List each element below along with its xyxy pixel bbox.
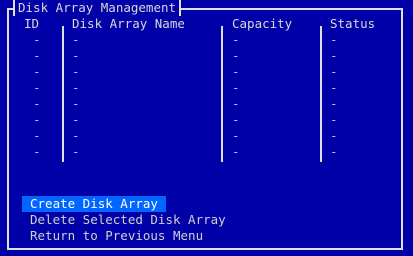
column-header-name: Disk Array Name [72, 16, 185, 31]
row-capacity-cell: - [232, 80, 240, 95]
row-id-cell: - [33, 112, 41, 127]
row-name-cell: - [72, 48, 80, 63]
row-capacity-cell: - [232, 96, 240, 111]
row-name-cell: - [72, 32, 80, 47]
row-status-cell: - [330, 96, 338, 111]
create-disk-array-option[interactable]: Create Disk Array [22, 196, 166, 212]
row-capacity-cell: - [232, 32, 240, 47]
panel-title: Disk Array Management [13, 0, 182, 16]
row-id-cell: - [33, 80, 41, 95]
row-name-cell: - [72, 144, 80, 159]
action-menu: Create Disk Array Delete Selected Disk A… [22, 196, 234, 244]
row-status-cell: - [330, 144, 338, 159]
row-id-cell: - [33, 144, 41, 159]
column-divider-2 [221, 26, 223, 162]
return-previous-menu-option[interactable]: Return to Previous Menu [24, 228, 211, 244]
column-header-capacity: Capacity [232, 16, 293, 31]
row-name-cell: - [72, 80, 80, 95]
row-capacity-cell: - [232, 64, 240, 79]
row-id-cell: - [33, 48, 41, 63]
row-id-cell: - [33, 32, 41, 47]
row-capacity-cell: - [232, 128, 240, 143]
row-name-cell: - [72, 64, 80, 79]
row-name-cell: - [72, 96, 80, 111]
delete-disk-array-option[interactable]: Delete Selected Disk Array [24, 212, 234, 228]
row-capacity-cell: - [232, 112, 240, 127]
column-divider-3 [320, 26, 322, 162]
row-id-cell: - [33, 64, 41, 79]
row-id-cell: - [33, 128, 41, 143]
row-id-cell: - [33, 96, 41, 111]
row-status-cell: - [330, 80, 338, 95]
row-name-cell: - [72, 128, 80, 143]
row-name-cell: - [72, 112, 80, 127]
column-header-id: ID [24, 16, 40, 31]
row-status-cell: - [330, 112, 338, 127]
row-status-cell: - [330, 48, 338, 63]
row-status-cell: - [330, 128, 338, 143]
row-status-cell: - [330, 32, 338, 47]
row-status-cell: - [330, 64, 338, 79]
row-capacity-cell: - [232, 144, 240, 159]
row-capacity-cell: - [232, 48, 240, 63]
column-header-status: Status [330, 16, 376, 31]
column-divider-1 [62, 26, 64, 162]
